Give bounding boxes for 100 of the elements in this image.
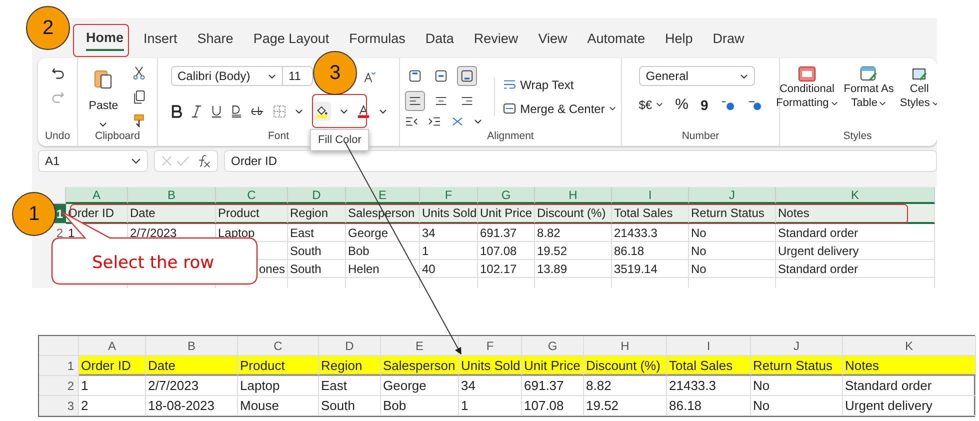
table-cell: Return Status [689, 204, 776, 224]
callout-text: Select the row [92, 253, 214, 273]
column-header[interactable]: E [381, 336, 459, 356]
column-header[interactable]: D [288, 187, 346, 204]
table-cell: Salesperson [381, 356, 459, 376]
table-cell: Total Sales [612, 204, 689, 224]
table-cell: 691.37 [478, 224, 535, 242]
column-header[interactable]: J [689, 187, 776, 204]
column-header[interactable]: E [346, 187, 420, 204]
table-cell: 86.18 [612, 242, 689, 260]
table-cell: Urgent delivery [843, 396, 976, 416]
ribbon-tab[interactable]: Data [425, 26, 454, 50]
table-cell: Mouse [238, 396, 319, 416]
group-label: Undo [44, 130, 70, 142]
column-header[interactable]: A [79, 336, 146, 356]
table-cell: 19.52 [535, 242, 612, 260]
table-cell: Product [216, 204, 288, 224]
table-cell: No [751, 396, 843, 416]
row-header[interactable]: 3 [39, 396, 79, 416]
font-size-dropdown[interactable]: 11 [282, 66, 312, 86]
currency-button[interactable]: $€ [638, 98, 664, 112]
table-cell: 1 [459, 396, 522, 416]
table-cell: Product [238, 356, 319, 376]
table-cell: Standard order [776, 260, 935, 278]
table-cell: Notes [843, 356, 976, 376]
comma-style-button[interactable]: 9 [700, 96, 708, 112]
table-cell: Return Status [751, 356, 843, 376]
merge-center-button[interactable]: Merge & Center [503, 102, 616, 116]
table-cell: 8.82 [584, 376, 667, 396]
table-cell: 21433.3 [667, 376, 751, 396]
formula-input[interactable]: Order ID [224, 150, 937, 172]
column-header[interactable]: J [751, 336, 843, 356]
percent-button[interactable]: % [675, 96, 688, 113]
table-cell: Units Sold [420, 204, 478, 224]
table-cell: No [689, 260, 776, 278]
column-header[interactable]: K [776, 187, 935, 204]
column-header[interactable]: G [522, 336, 584, 356]
table-cell: 1 [79, 376, 146, 396]
table-cell: 13.89 [535, 260, 612, 278]
column-header[interactable]: F [420, 187, 478, 204]
table-cell: Order ID [79, 356, 146, 376]
table-cell: 21433.3 [612, 224, 689, 242]
table-cell: South [288, 242, 346, 260]
column-header[interactable]: C [238, 336, 319, 356]
ribbon-tab[interactable]: Page Layout [253, 26, 330, 50]
cell-styles-button[interactable]: Cell Styles [900, 66, 937, 110]
ribbon-tab[interactable]: Draw [712, 26, 744, 50]
column-header[interactable]: C [216, 187, 288, 204]
ribbon-tab[interactable]: Help [665, 26, 693, 50]
column-header[interactable]: B [128, 187, 216, 204]
font-family-dropdown[interactable]: Calibri (Body) [170, 66, 282, 86]
group-label: Number [682, 130, 720, 142]
table-cell: 1 [420, 242, 478, 260]
column-header[interactable]: F [459, 336, 522, 356]
table-cell: 107.08 [478, 242, 535, 260]
paste-button[interactable]: Paste [88, 100, 118, 112]
ribbon-tab[interactable]: Share [197, 26, 234, 50]
group-label: Styles [843, 130, 872, 142]
table-cell: Notes [776, 204, 935, 224]
conditional-formatting-button[interactable]: Conditional Formatting [776, 66, 838, 110]
step-number-badge: 1 [12, 192, 56, 236]
table-cell: Standard order [843, 376, 976, 396]
table-cell: South [288, 260, 346, 278]
row-header[interactable]: 1 [39, 356, 79, 376]
column-header[interactable]: I [612, 187, 689, 204]
ribbon-tab[interactable]: Insert [144, 26, 178, 50]
ribbon-tab[interactable]: Automate [587, 26, 646, 50]
table-cell: 107.08 [522, 396, 584, 416]
table-cell: Region [319, 356, 381, 376]
table-cell: George [381, 376, 459, 396]
step-number-badge: 2 [26, 6, 70, 50]
ribbon-tab[interactable]: Formulas [349, 26, 406, 50]
row-header[interactable]: 2 [39, 376, 79, 396]
column-header[interactable]: A [66, 187, 128, 204]
table-cell: 18-08-2023 [146, 396, 238, 416]
column-header[interactable]: I [667, 336, 751, 356]
column-header[interactable]: H [535, 187, 612, 204]
column-header[interactable]: H [584, 336, 667, 356]
ribbon-tab[interactable]: Review [474, 26, 518, 50]
column-header[interactable]: B [146, 336, 238, 356]
table-cell: 2 [79, 396, 146, 416]
table-cell: 2/7/2023 [146, 376, 238, 396]
table-cell: Bob [346, 242, 420, 260]
ribbon-tab[interactable]: View [538, 26, 568, 50]
column-header[interactable]: G [478, 187, 535, 204]
table-cell: 102.17 [478, 260, 535, 278]
table-cell: Unit Price [522, 356, 584, 376]
name-box[interactable]: A1 [38, 150, 148, 172]
table-cell: Date [128, 204, 216, 224]
table-cell: Region [288, 204, 346, 224]
column-header[interactable]: D [319, 336, 381, 356]
format-as-table-button[interactable]: Format As Table [844, 66, 894, 110]
wrap-text-button[interactable]: Wrap Text [503, 78, 574, 92]
number-format-dropdown[interactable]: General [638, 66, 755, 86]
column-header[interactable]: K [843, 336, 976, 356]
ribbon-tab[interactable]: Home [86, 26, 124, 50]
table-cell: 40 [420, 260, 478, 278]
table-cell: Bob [381, 396, 459, 416]
table-cell: East [288, 224, 346, 242]
group-label: Font [268, 130, 289, 142]
